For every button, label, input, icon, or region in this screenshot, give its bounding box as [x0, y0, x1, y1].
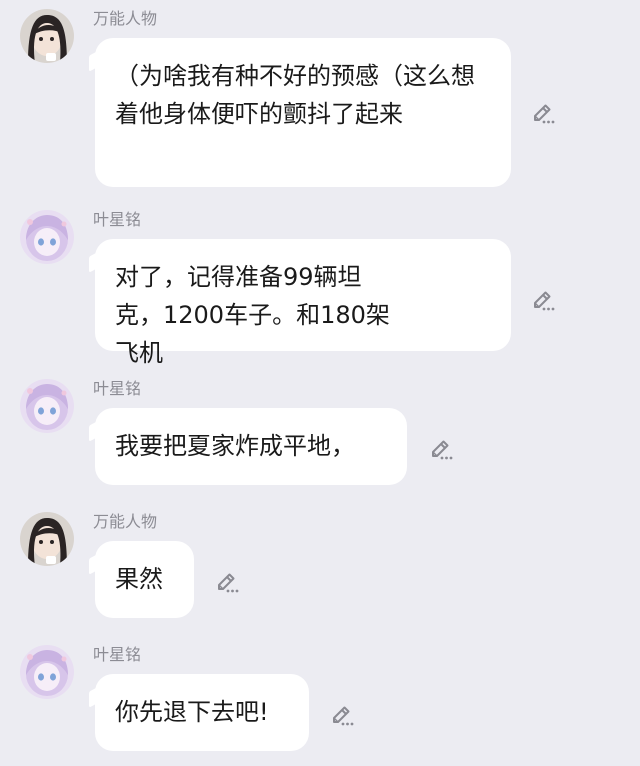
girl-photo-avatar[interactable]	[20, 9, 74, 63]
edit-icon[interactable]	[428, 437, 454, 463]
edit-icon[interactable]	[530, 101, 556, 127]
message-bubble[interactable]: 你先退下去吧!	[95, 674, 309, 751]
message-bubble[interactable]: 对了，记得准备99辆坦克，1200车子。和180架飞机	[95, 239, 511, 367]
edit-icon[interactable]	[214, 570, 240, 596]
sender-name: 叶星铭	[93, 210, 142, 229]
anime-girl-avatar[interactable]	[20, 379, 74, 433]
girl-photo-avatar[interactable]	[20, 512, 74, 566]
sender-name: 叶星铭	[93, 645, 142, 664]
message-bubble[interactable]: 我要把夏家炸成平地，	[95, 408, 407, 485]
anime-girl-avatar[interactable]	[20, 210, 74, 264]
sender-name: 万能人物	[93, 9, 158, 28]
sender-name: 叶星铭	[93, 379, 142, 398]
message-bubble[interactable]: 果然	[95, 541, 194, 618]
edit-icon[interactable]	[329, 703, 355, 729]
sender-name: 万能人物	[93, 512, 158, 531]
message-bubble[interactable]: （为啥我有种不好的预感（这么想着他身体便吓的颤抖了起来	[95, 38, 511, 187]
edit-icon[interactable]	[530, 288, 556, 314]
anime-girl-avatar[interactable]	[20, 645, 74, 699]
